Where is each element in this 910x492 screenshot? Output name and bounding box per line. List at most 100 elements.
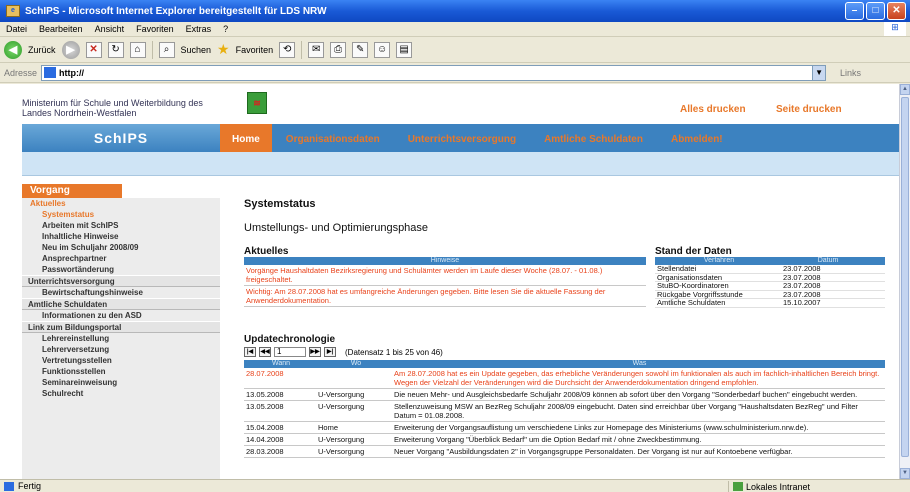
- research-icon[interactable]: ▤: [396, 41, 413, 58]
- menu-bar: Datei Bearbeiten Ansicht Favoriten Extra…: [0, 22, 910, 37]
- menu-extras[interactable]: Extras: [186, 24, 212, 34]
- history-icon[interactable]: ⟲: [279, 41, 296, 58]
- last-page-icon[interactable]: ▶|: [324, 347, 336, 357]
- back-button-label[interactable]: Zurück: [28, 45, 56, 55]
- table-row: 28.03.2008 U-Versorgung Neuer Vorgang "A…: [244, 446, 885, 458]
- table-row: 13.05.2008 U-Versorgung Die neuen Mehr- …: [244, 389, 885, 401]
- address-input[interactable]: http://: [41, 64, 814, 81]
- edit-icon[interactable]: ✎: [352, 41, 369, 58]
- browser-window: e SchIPS - Microsoft Internet Explorer b…: [0, 0, 910, 492]
- updates-header: Wann Wo Was: [244, 360, 885, 368]
- sidebar-item-arbeiten[interactable]: Arbeiten mit SchIPS: [22, 220, 220, 231]
- table-row: Amtliche Schuldaten 15.10.2007: [655, 299, 885, 308]
- mail-icon[interactable]: ✉: [308, 41, 325, 58]
- page-number-input[interactable]: 1: [274, 347, 306, 357]
- prev-page-icon[interactable]: ◀◀: [259, 347, 271, 357]
- table-row: 14.04.2008 U-Versorgung Erweiterung Vorg…: [244, 434, 885, 446]
- address-value: http://: [59, 67, 85, 78]
- nrw-coat-of-arms-icon: ≋: [247, 92, 267, 114]
- links-button[interactable]: Links: [840, 68, 861, 78]
- tab-amtliche-schuldaten[interactable]: Amtliche Schuldaten: [530, 124, 657, 152]
- page-viewport: Ministerium für Schule und Weiterbildung…: [0, 84, 899, 479]
- sidebar: Vorgang Aktuelles Systemstatus Arbeiten …: [22, 184, 220, 479]
- close-button[interactable]: ✕: [887, 2, 906, 20]
- updatechronologie-box: Updatechronologie |◀ ◀◀ 1 ▶▶ ▶| (Datensa…: [244, 334, 885, 458]
- sidebar-item-seminareinweisung[interactable]: Seminareinweisung: [22, 377, 220, 388]
- sidebar-item-lehrereinstellung[interactable]: Lehrereinstellung: [22, 333, 220, 344]
- search-icon[interactable]: ⌕: [158, 41, 175, 58]
- stop-icon[interactable]: ✕: [85, 41, 102, 58]
- sidebar-item-funktionsstellen[interactable]: Funktionsstellen: [22, 366, 220, 377]
- aktuelles-box: Aktuelles Hinweise Vorgänge Haushaltdate…: [244, 246, 646, 307]
- aktuelles-note-1: Vorgänge Haushaltdaten Bezirksregierung …: [244, 265, 646, 286]
- menu-ansicht[interactable]: Ansicht: [95, 24, 125, 34]
- security-zone: Lokales Intranet: [728, 481, 810, 492]
- page-title: Systemstatus: [244, 198, 316, 210]
- maximize-button[interactable]: □: [866, 2, 885, 20]
- ministry-name: Ministerium für Schule und Weiterbildung…: [22, 98, 203, 118]
- sidebar-item-lehrerversetzung[interactable]: Lehrerversetzung: [22, 344, 220, 355]
- forward-arrow-icon[interactable]: ▶: [61, 40, 80, 59]
- sidebar-item-hinweise[interactable]: Inhaltliche Hinweise: [22, 231, 220, 242]
- home-icon[interactable]: ⌂: [129, 41, 146, 58]
- vertical-scrollbar[interactable]: ▲ ▼: [899, 84, 910, 479]
- title-bar: e SchIPS - Microsoft Internet Explorer b…: [0, 0, 910, 22]
- favorites-star-icon[interactable]: ★: [217, 41, 230, 58]
- menu-favoriten[interactable]: Favoriten: [136, 24, 174, 34]
- sidebar-item-bewirtschaftung[interactable]: Bewirtschaftungshinweise: [22, 287, 220, 298]
- favorites-button-label[interactable]: Favoriten: [236, 45, 274, 55]
- tab-unterrichtsversorgung[interactable]: Unterrichtsversorgung: [394, 124, 530, 152]
- print-page-link[interactable]: Seite drucken: [776, 104, 842, 115]
- tab-home[interactable]: Home: [220, 124, 272, 152]
- sidebar-item-asd[interactable]: Informationen zu den ASD: [22, 310, 220, 321]
- address-label: Adresse: [4, 67, 38, 78]
- scroll-down-icon[interactable]: ▼: [900, 468, 910, 479]
- sidebar-group-bildungsportal[interactable]: Link zum Bildungsportal: [22, 321, 220, 333]
- sidebar-item-systemstatus[interactable]: Systemstatus: [22, 209, 220, 220]
- main-nav: Home Organisationsdaten Unterrichtsverso…: [220, 124, 899, 152]
- refresh-icon[interactable]: ↻: [107, 41, 124, 58]
- menu-datei[interactable]: Datei: [6, 24, 27, 34]
- status-text: Fertig: [18, 481, 42, 491]
- table-row: 13.05.2008 U-Versorgung Stellenzuweisung…: [244, 401, 885, 422]
- sidebar-item-vertretungsstellen[interactable]: Vertretungsstellen: [22, 355, 220, 366]
- print-all-link[interactable]: Alles drucken: [680, 104, 746, 115]
- scroll-up-icon[interactable]: ▲: [900, 84, 910, 95]
- table-row: 28.07.2008 Am 28.07.2008 hat es ein Upda…: [244, 368, 885, 389]
- first-page-icon[interactable]: |◀: [244, 347, 256, 357]
- nav-subband: [22, 152, 899, 176]
- page-done-icon: [4, 481, 14, 491]
- search-button-label[interactable]: Suchen: [181, 45, 212, 55]
- pager: |◀ ◀◀ 1 ▶▶ ▶| (Datensatz 1 bis 25 von 46…: [244, 346, 885, 358]
- stand-title: Stand der Daten: [655, 246, 732, 257]
- tab-abmelden[interactable]: Abmelden!: [657, 124, 737, 152]
- sidebar-section-aktuelles[interactable]: Aktuelles: [22, 198, 220, 209]
- menu-help[interactable]: ?: [223, 24, 228, 34]
- back-arrow-icon[interactable]: ◀: [4, 40, 22, 59]
- tab-organisationsdaten[interactable]: Organisationsdaten: [272, 124, 394, 152]
- intranet-zone-icon: [733, 482, 743, 491]
- sidebar-title: Vorgang: [22, 184, 122, 198]
- menu-bearbeiten[interactable]: Bearbeiten: [39, 24, 83, 34]
- sidebar-group-amtlich[interactable]: Amtliche Schuldaten: [22, 298, 220, 310]
- messenger-icon[interactable]: ☺: [374, 41, 391, 58]
- aktuelles-note-2: Wichtig: Am 28.07.2008 hat es umfangreic…: [244, 286, 646, 307]
- sidebar-item-passwort[interactable]: Passwortänderung: [22, 264, 220, 275]
- stand-der-daten-box: Stand der Daten Verfahren Datum Stellend…: [655, 246, 885, 308]
- next-page-icon[interactable]: ▶▶: [309, 347, 321, 357]
- sidebar-group-unterricht[interactable]: Unterrichtsversorgung: [22, 275, 220, 287]
- ie-app-icon: e: [6, 5, 20, 17]
- aktuelles-title: Aktuelles: [244, 246, 289, 257]
- minimize-button[interactable]: –: [845, 2, 864, 20]
- sidebar-item-ansprechpartner[interactable]: Ansprechpartner: [22, 253, 220, 264]
- status-bar: Fertig Lokales Intranet: [0, 479, 910, 492]
- address-dropdown-icon[interactable]: ▼: [812, 64, 827, 81]
- main-content: Systemstatus Umstellungs- und Optimierun…: [232, 184, 892, 479]
- print-icon[interactable]: ⎙: [330, 41, 347, 58]
- scroll-thumb[interactable]: [901, 97, 909, 457]
- updates-title: Updatechronologie: [244, 334, 336, 345]
- windows-logo-icon: ⊞: [884, 22, 906, 36]
- sidebar-item-neu[interactable]: Neu im Schuljahr 2008/09: [22, 242, 220, 253]
- sidebar-item-schulrecht[interactable]: Schulrecht: [22, 388, 220, 399]
- record-count: (Datensatz 1 bis 25 von 46): [345, 347, 443, 357]
